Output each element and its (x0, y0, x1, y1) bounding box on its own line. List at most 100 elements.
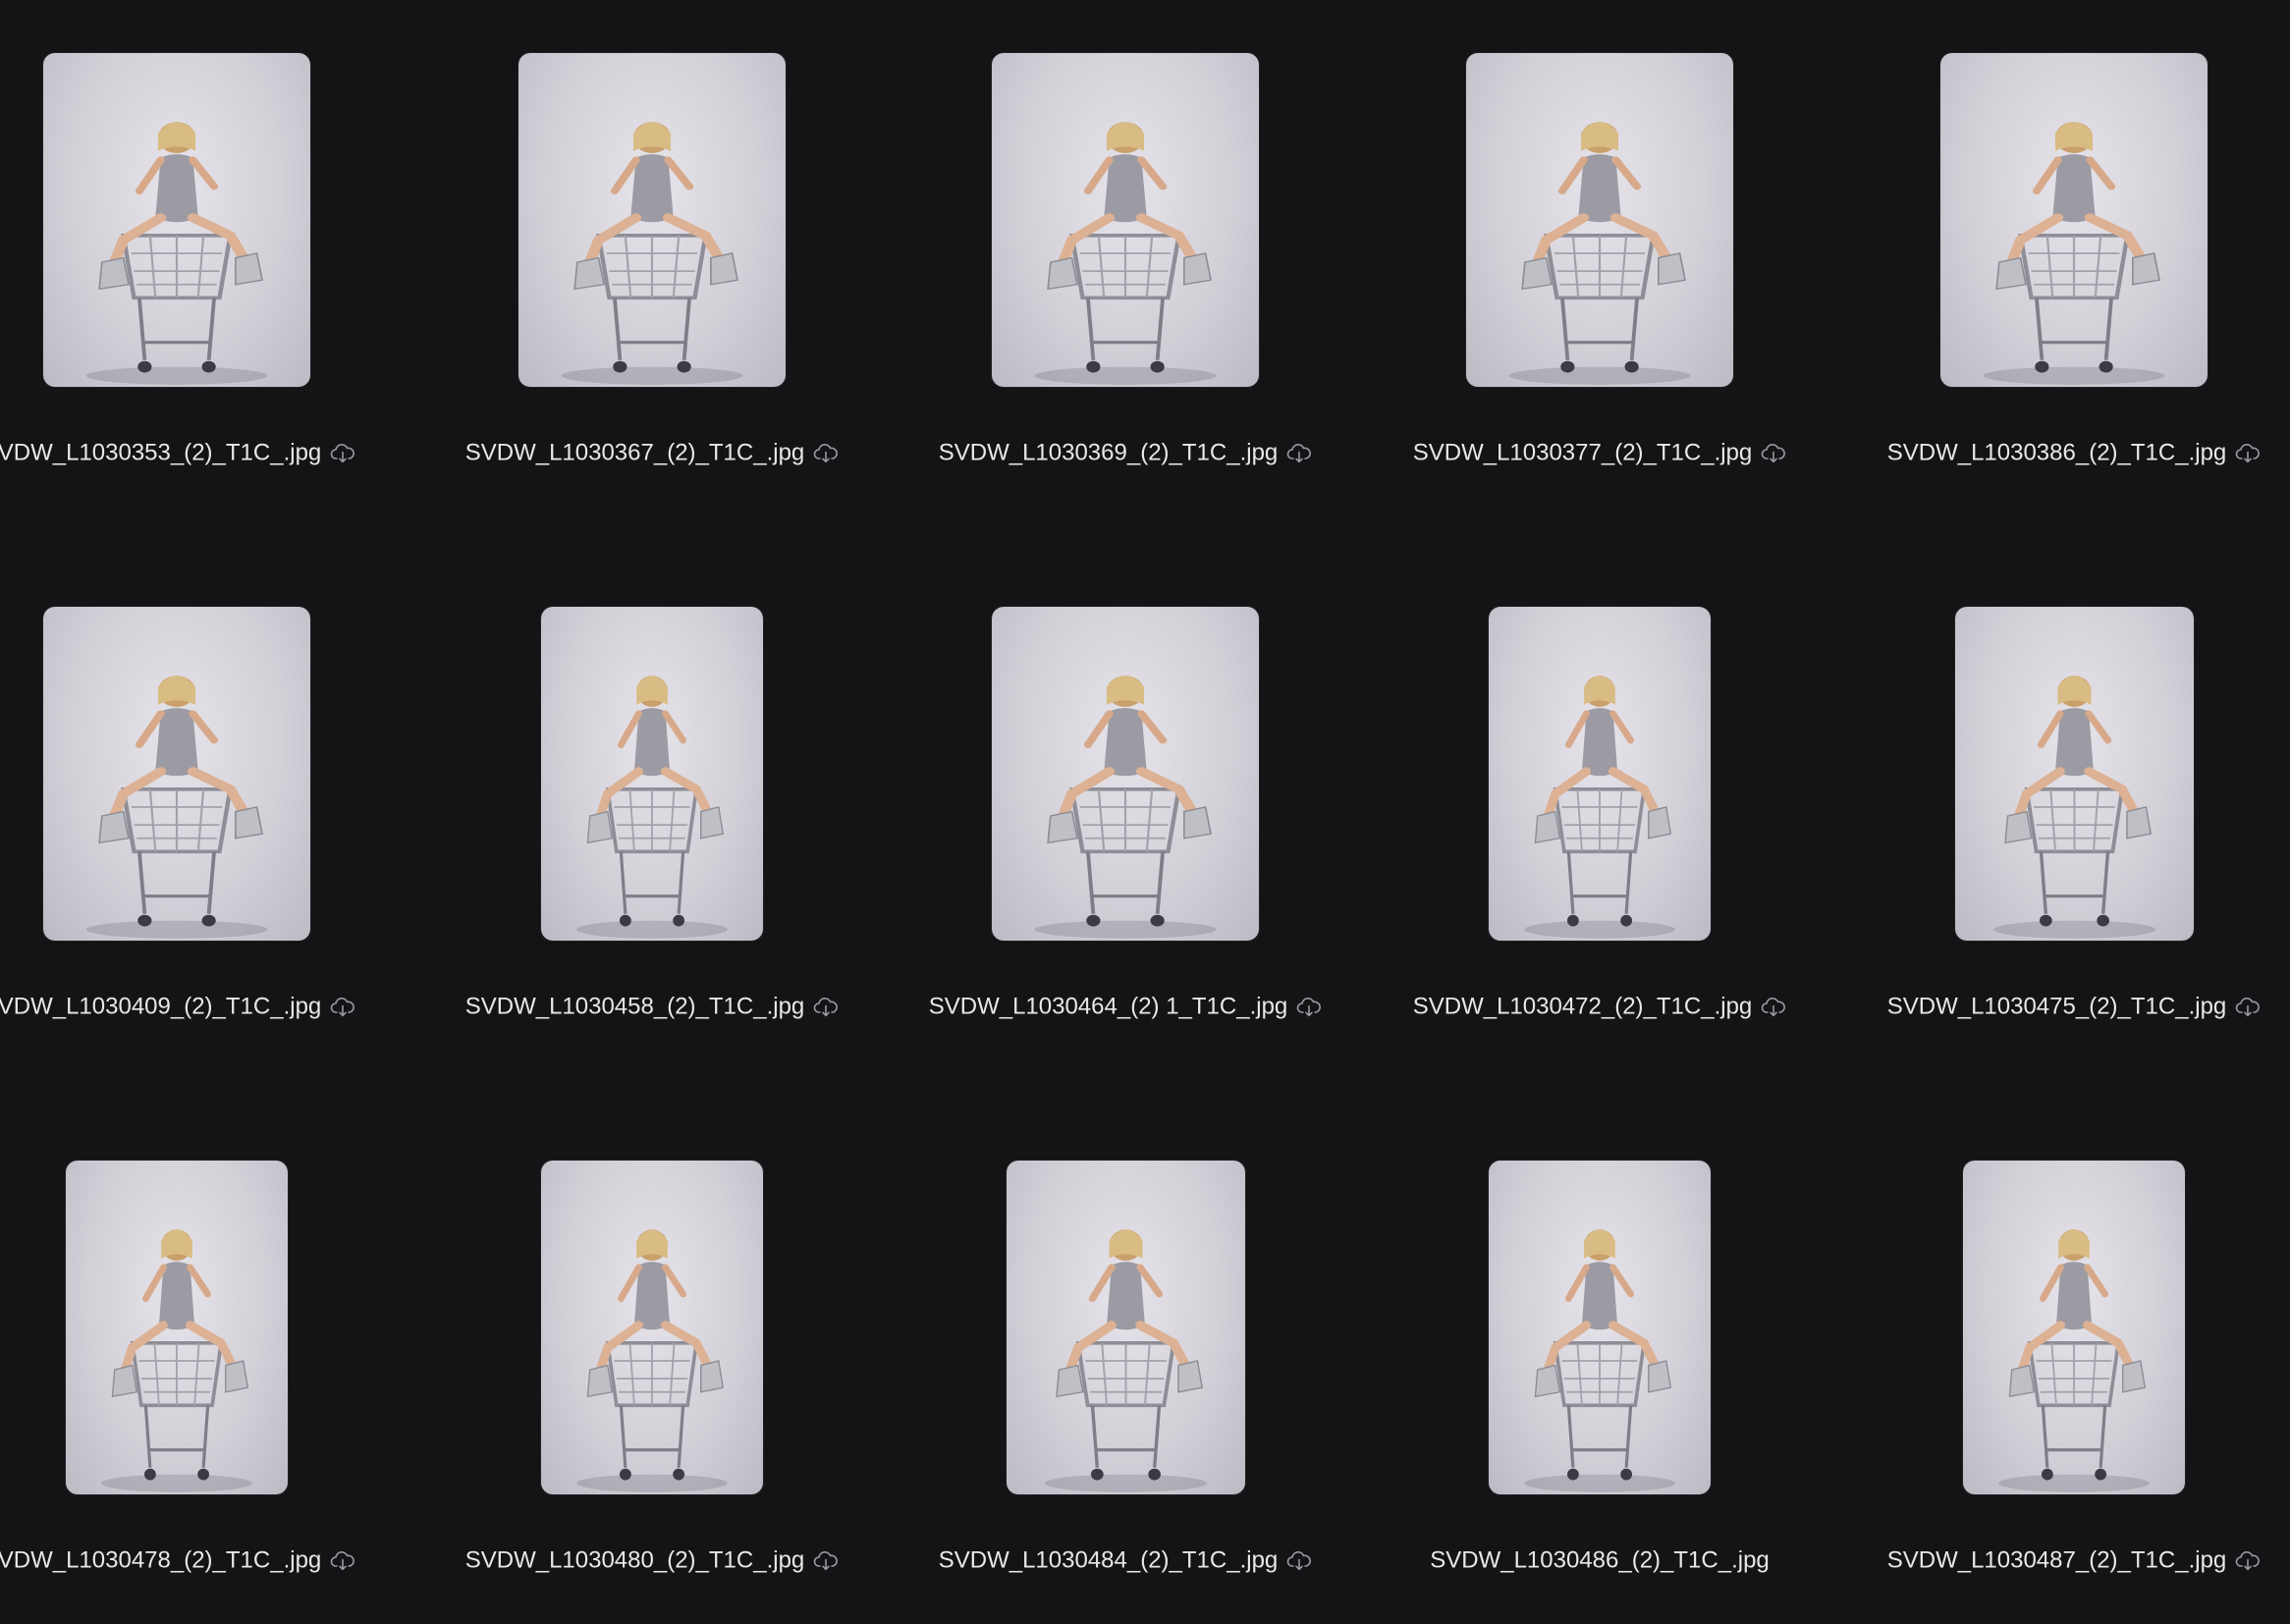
file-name: SVDW_L1030486_(2)_T1C_.jpg (1430, 1546, 1770, 1574)
file-name: SVDW_L1030475_(2)_T1C_.jpg (1886, 993, 2227, 1020)
thumbnail-area (0, 607, 408, 941)
file-caption[interactable]: SVDW_L1030464_(2) 1_T1C_.jpg (895, 992, 1356, 1022)
photo-preview (576, 676, 728, 939)
file-item[interactable]: SVDW_L1030377_(2)_T1C_.jpg (1369, 0, 1830, 554)
thumbnail-area (1843, 53, 2290, 387)
cloud-download-icon[interactable] (2235, 1550, 2261, 1572)
file-name: SVDW_L1030480_(2)_T1C_.jpg (464, 1546, 805, 1574)
cloud-download-icon[interactable] (1296, 997, 1322, 1018)
cloud-download-icon[interactable] (1761, 997, 1786, 1018)
image-thumbnail[interactable] (992, 607, 1259, 941)
file-item[interactable]: SVDW_L1030472_(2)_T1C_.jpg (1369, 554, 1830, 1108)
file-item[interactable]: VDW_L1030353_(2)_T1C_.jpg (0, 0, 408, 554)
file-caption[interactable]: SVDW_L1030377_(2)_T1C_.jpg (1369, 438, 1830, 468)
file-item[interactable]: SVDW_L1030484_(2)_T1C_.jpg (895, 1108, 1356, 1624)
image-thumbnail[interactable] (992, 53, 1259, 387)
file-item[interactable]: SVDW_L1030486_(2)_T1C_.jpg (1369, 1108, 1830, 1624)
photo-preview (1034, 122, 1217, 385)
photo-preview (561, 122, 743, 385)
image-thumbnail[interactable] (1954, 607, 2194, 941)
file-name: SVDW_L1030386_(2)_T1C_.jpg (1886, 439, 2227, 466)
image-thumbnail[interactable] (1940, 53, 2208, 387)
image-thumbnail[interactable] (1963, 1161, 2185, 1494)
file-item[interactable]: SVDW_L1030458_(2)_T1C_.jpg (421, 554, 883, 1108)
file-item[interactable]: SVDW_L1030487_(2)_T1C_.jpg (1843, 1108, 2290, 1624)
cloud-download-icon[interactable] (2235, 997, 2261, 1018)
file-item[interactable]: SVDW_L1030367_(2)_T1C_.jpg (421, 0, 883, 554)
file-name: VDW_L1030353_(2)_T1C_.jpg (0, 439, 322, 466)
image-thumbnail[interactable] (518, 53, 786, 387)
file-name: SVDW_L1030472_(2)_T1C_.jpg (1412, 993, 1753, 1020)
file-caption[interactable]: SVDW_L1030475_(2)_T1C_.jpg (1843, 992, 2290, 1022)
file-name: SVDW_L1030377_(2)_T1C_.jpg (1412, 439, 1753, 466)
image-thumbnail[interactable] (66, 1161, 288, 1494)
file-name: VDW_L1030478_(2)_T1C_.jpg (0, 1546, 322, 1574)
photo-preview (1508, 122, 1691, 385)
file-caption[interactable]: SVDW_L1030369_(2)_T1C_.jpg (895, 438, 1356, 468)
file-name: SVDW_L1030487_(2)_T1C_.jpg (1886, 1546, 2227, 1574)
image-thumbnail[interactable] (43, 607, 310, 941)
thumbnail-area (421, 1161, 883, 1494)
photo-preview (1983, 122, 2165, 385)
photo-preview (1992, 676, 2155, 939)
image-thumbnail[interactable] (541, 1161, 763, 1494)
photo-preview (1998, 1229, 2150, 1492)
file-caption[interactable]: SVDW_L1030486_(2)_T1C_.jpg (1369, 1545, 1830, 1576)
photo-preview (1524, 1229, 1675, 1492)
cloud-download-icon[interactable] (330, 443, 355, 464)
cloud-download-icon[interactable] (1286, 1550, 1312, 1572)
file-item[interactable]: SVDW_L1030369_(2)_T1C_.jpg (895, 0, 1356, 554)
file-item[interactable]: SVDW_L1030480_(2)_T1C_.jpg (421, 1108, 883, 1624)
thumbnail-area (0, 1161, 408, 1494)
file-caption[interactable]: SVDW_L1030458_(2)_T1C_.jpg (421, 992, 883, 1022)
thumbnail-area (0, 53, 408, 387)
thumbnail-area (895, 1161, 1356, 1494)
file-name: SVDW_L1030367_(2)_T1C_.jpg (464, 439, 805, 466)
cloud-download-icon[interactable] (2235, 443, 2261, 464)
file-item[interactable]: SVDW_L1030475_(2)_T1C_.jpg (1843, 554, 2290, 1108)
photo-preview (85, 676, 268, 939)
file-name: SVDW_L1030464_(2) 1_T1C_.jpg (928, 993, 1288, 1020)
file-caption[interactable]: SVDW_L1030487_(2)_T1C_.jpg (1843, 1545, 2290, 1576)
file-caption[interactable]: VDW_L1030478_(2)_T1C_.jpg (0, 1545, 408, 1576)
image-thumbnail[interactable] (43, 53, 310, 387)
thumbnail-area (1843, 1161, 2290, 1494)
file-caption[interactable]: SVDW_L1030484_(2)_T1C_.jpg (895, 1545, 1356, 1576)
file-item[interactable]: VDW_L1030409_(2)_T1C_.jpg (0, 554, 408, 1108)
photo-preview (101, 1229, 252, 1492)
file-name: SVDW_L1030484_(2)_T1C_.jpg (938, 1546, 1279, 1574)
cloud-download-icon[interactable] (813, 997, 839, 1018)
cloud-download-icon[interactable] (813, 443, 839, 464)
cloud-download-icon[interactable] (813, 1550, 839, 1572)
file-caption[interactable]: VDW_L1030409_(2)_T1C_.jpg (0, 992, 408, 1022)
thumbnail-area (421, 607, 883, 941)
file-item[interactable]: SVDW_L1030464_(2) 1_T1C_.jpg (895, 554, 1356, 1108)
file-item[interactable]: SVDW_L1030386_(2)_T1C_.jpg (1843, 0, 2290, 554)
image-thumbnail[interactable] (1489, 1161, 1711, 1494)
image-thumbnail[interactable] (1466, 53, 1733, 387)
cloud-download-icon[interactable] (1761, 443, 1786, 464)
file-caption[interactable]: SVDW_L1030367_(2)_T1C_.jpg (421, 438, 883, 468)
photo-preview (1034, 676, 1217, 939)
thumbnail-area (895, 607, 1356, 941)
thumbnail-area (1369, 607, 1830, 941)
thumbnail-area (1369, 53, 1830, 387)
image-thumbnail[interactable] (541, 607, 763, 941)
file-item[interactable]: VDW_L1030478_(2)_T1C_.jpg (0, 1108, 408, 1624)
file-caption[interactable]: SVDW_L1030480_(2)_T1C_.jpg (421, 1545, 883, 1576)
file-caption[interactable]: SVDW_L1030386_(2)_T1C_.jpg (1843, 438, 2290, 468)
cloud-download-icon[interactable] (330, 997, 355, 1018)
image-thumbnail[interactable] (1489, 607, 1711, 941)
file-caption[interactable]: SVDW_L1030472_(2)_T1C_.jpg (1369, 992, 1830, 1022)
file-name: SVDW_L1030369_(2)_T1C_.jpg (938, 439, 1279, 466)
file-name: VDW_L1030409_(2)_T1C_.jpg (0, 993, 322, 1020)
image-thumbnail[interactable] (1006, 1161, 1245, 1494)
thumbnail-area (895, 53, 1356, 387)
thumbnail-area (1843, 607, 2290, 941)
cloud-download-icon[interactable] (1286, 443, 1312, 464)
file-caption[interactable]: VDW_L1030353_(2)_T1C_.jpg (0, 438, 408, 468)
photo-preview (85, 122, 268, 385)
photo-preview (576, 1229, 728, 1492)
cloud-download-icon[interactable] (330, 1550, 355, 1572)
thumbnail-area (1369, 1161, 1830, 1494)
